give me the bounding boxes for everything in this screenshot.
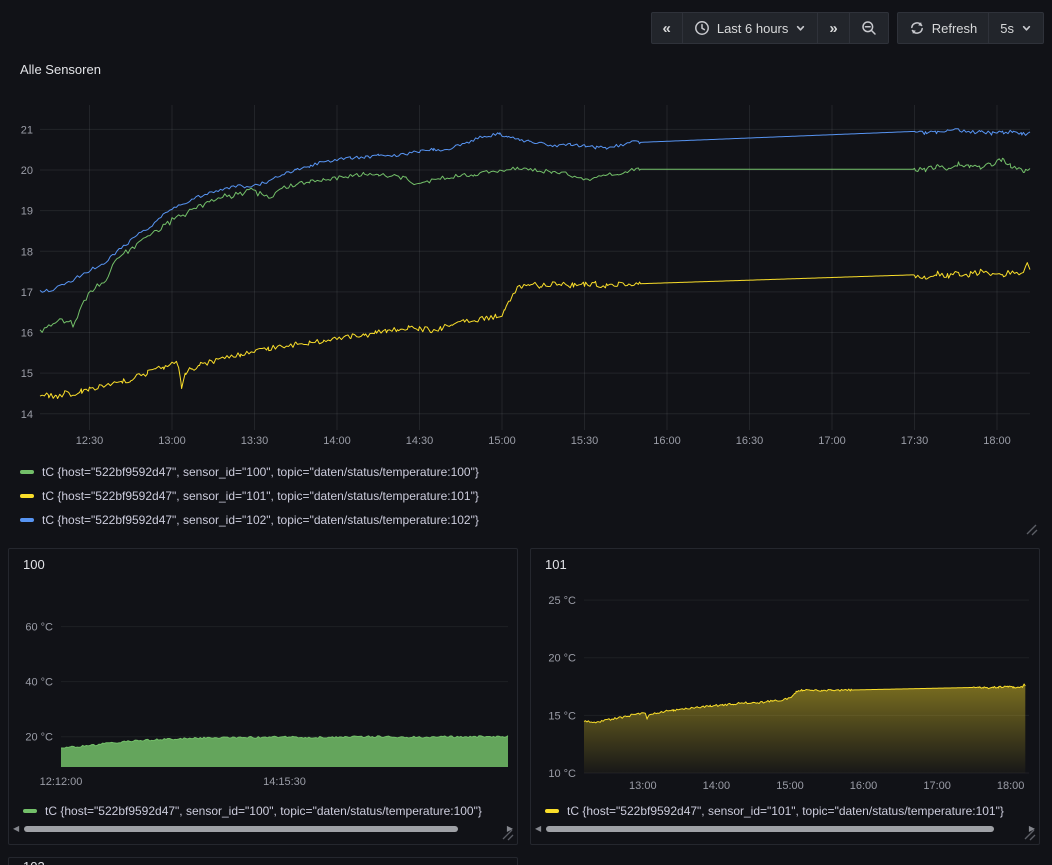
- refresh-interval-value: 5s: [1000, 21, 1014, 36]
- svg-text:15:30: 15:30: [571, 435, 599, 447]
- time-toolbar: « Last 6 hours »: [651, 12, 1045, 44]
- svg-text:13:30: 13:30: [241, 435, 269, 447]
- scrollbar-track[interactable]: [544, 825, 1026, 833]
- svg-text:15 °C: 15 °C: [548, 710, 576, 722]
- svg-text:14:30: 14:30: [406, 435, 434, 447]
- svg-text:16: 16: [21, 328, 33, 340]
- refresh-group: Refresh 5s: [897, 12, 1044, 44]
- clock-icon: [694, 20, 710, 36]
- svg-text:14:00: 14:00: [703, 780, 731, 792]
- time-range-group: « Last 6 hours »: [651, 12, 889, 44]
- bottom-panel-row: 100 12:12:0014:15:3020 °C40 °C60 °C tC {…: [8, 548, 1040, 845]
- legend-label: tC {host="522bf9592d47", sensor_id="101"…: [42, 489, 479, 503]
- svg-text:15:00: 15:00: [488, 435, 516, 447]
- svg-text:12:12:00: 12:12:00: [40, 776, 83, 788]
- series-color-dash: [545, 809, 559, 813]
- svg-text:21: 21: [21, 124, 33, 136]
- double-chevron-right-icon: »: [829, 21, 837, 36]
- sensor-100-chart[interactable]: 12:12:00 14:15:30 20 °C 40 °C 60 °C: [9, 569, 517, 801]
- svg-text:13:00: 13:00: [629, 780, 657, 792]
- panel-sensor-101: 101 13:0014:0015:0016:0017:0018:0010 °C1…: [530, 548, 1040, 845]
- svg-text:16:30: 16:30: [736, 435, 764, 447]
- scroll-left-icon[interactable]: ◀: [13, 825, 19, 833]
- svg-text:25 °C: 25 °C: [548, 595, 576, 607]
- legend-item-sensor-100[interactable]: tC {host="522bf9592d47", sensor_id="100"…: [20, 460, 479, 484]
- series-color-dash: [20, 494, 34, 498]
- sync-icon: [909, 20, 925, 36]
- series-color-dash: [20, 470, 34, 474]
- refresh-button[interactable]: Refresh: [897, 12, 990, 44]
- series-color-dash: [23, 809, 37, 813]
- panel-title[interactable]: Alle Sensoren: [20, 62, 101, 77]
- svg-text:17:00: 17:00: [818, 435, 846, 447]
- panel-resize-handle[interactable]: [1022, 827, 1036, 841]
- legend-scrollbar: ◀ ▶: [13, 823, 513, 835]
- legend-label: tC {host="522bf9592d47", sensor_id="101"…: [567, 804, 1004, 818]
- svg-text:60 °C: 60 °C: [25, 622, 53, 634]
- legend-item-sensor-101[interactable]: tC {host="522bf9592d47", sensor_id="101"…: [20, 484, 479, 508]
- scrollbar-track[interactable]: [22, 825, 504, 833]
- chevron-down-icon: [1021, 23, 1032, 34]
- svg-text:14: 14: [21, 409, 33, 421]
- svg-text:17:00: 17:00: [923, 780, 951, 792]
- svg-text:14:15:30: 14:15:30: [263, 776, 306, 788]
- svg-text:18:00: 18:00: [983, 435, 1011, 447]
- zoom-out-time-button[interactable]: [849, 12, 889, 44]
- panel-alle-sensoren: Alle Sensoren 12:3013:0013:3014:0014:301…: [0, 52, 1052, 544]
- legend-item-sensor-102[interactable]: tC {host="522bf9592d47", sensor_id="102"…: [20, 508, 479, 532]
- svg-text:16:00: 16:00: [850, 780, 878, 792]
- svg-text:18:00: 18:00: [997, 780, 1025, 792]
- svg-text:40 °C: 40 °C: [25, 677, 53, 689]
- svg-text:13:00: 13:00: [158, 435, 186, 447]
- magnifier-minus-icon: [861, 20, 877, 36]
- scrollbar-thumb[interactable]: [24, 826, 458, 832]
- legend-label: tC {host="522bf9592d47", sensor_id="100"…: [45, 804, 482, 818]
- svg-text:19: 19: [21, 206, 33, 218]
- svg-text:15: 15: [21, 368, 33, 380]
- time-shift-back-button[interactable]: «: [651, 12, 683, 44]
- grafana-dashboard: « Last 6 hours »: [0, 0, 1052, 865]
- sensor-101-chart[interactable]: 13:00 14:00 15:00 16:00 17:00 18:00 10 °C 15 °C…: [531, 569, 1039, 801]
- panel-sensor-100: 100 12:12:0014:15:3020 °C40 °C60 °C tC {…: [8, 548, 518, 845]
- time-range-picker-button[interactable]: Last 6 hours: [682, 12, 819, 44]
- svg-text:17: 17: [21, 287, 33, 299]
- svg-text:15:00: 15:00: [776, 780, 804, 792]
- legend-label: tC {host="522bf9592d47", sensor_id="102"…: [42, 513, 479, 527]
- scroll-left-icon[interactable]: ◀: [535, 825, 541, 833]
- refresh-label: Refresh: [932, 21, 978, 36]
- svg-text:17:30: 17:30: [901, 435, 929, 447]
- svg-text:16:00: 16:00: [653, 435, 681, 447]
- time-shift-forward-button[interactable]: »: [817, 12, 849, 44]
- alle-sensoren-chart[interactable]: 12:30 13:00 13:30 14:00 14:30 15:00 15:30 16:00…: [0, 95, 1052, 455]
- legend-label: tC {host="522bf9592d47", sensor_id="100"…: [42, 465, 479, 479]
- legend-item-sensor-101[interactable]: tC {host="522bf9592d47", sensor_id="101"…: [545, 802, 1033, 820]
- svg-text:18: 18: [21, 246, 33, 258]
- chevron-down-icon: [795, 23, 806, 34]
- svg-text:10 °C: 10 °C: [548, 768, 576, 780]
- svg-text:20: 20: [21, 165, 33, 177]
- legend-item-sensor-100[interactable]: tC {host="522bf9592d47", sensor_id="100"…: [23, 802, 511, 820]
- svg-text:14:00: 14:00: [323, 435, 351, 447]
- time-range-label: Last 6 hours: [717, 21, 789, 36]
- svg-text:20 °C: 20 °C: [25, 732, 53, 744]
- scrollbar-thumb[interactable]: [546, 826, 994, 832]
- refresh-interval-dropdown[interactable]: 5s: [988, 12, 1044, 44]
- panel-resize-handle[interactable]: [1024, 522, 1038, 536]
- svg-text:20 °C: 20 °C: [548, 653, 576, 665]
- panel-sensor-102-partial: 102: [8, 857, 518, 865]
- panel-resize-handle[interactable]: [500, 827, 514, 841]
- series-color-dash: [20, 518, 34, 522]
- double-chevron-left-icon: «: [663, 21, 671, 36]
- panel-title[interactable]: 102: [23, 859, 45, 865]
- legend: tC {host="522bf9592d47", sensor_id="100"…: [20, 460, 479, 532]
- svg-text:12:30: 12:30: [76, 435, 104, 447]
- legend-scrollbar: ◀ ▶: [535, 823, 1035, 835]
